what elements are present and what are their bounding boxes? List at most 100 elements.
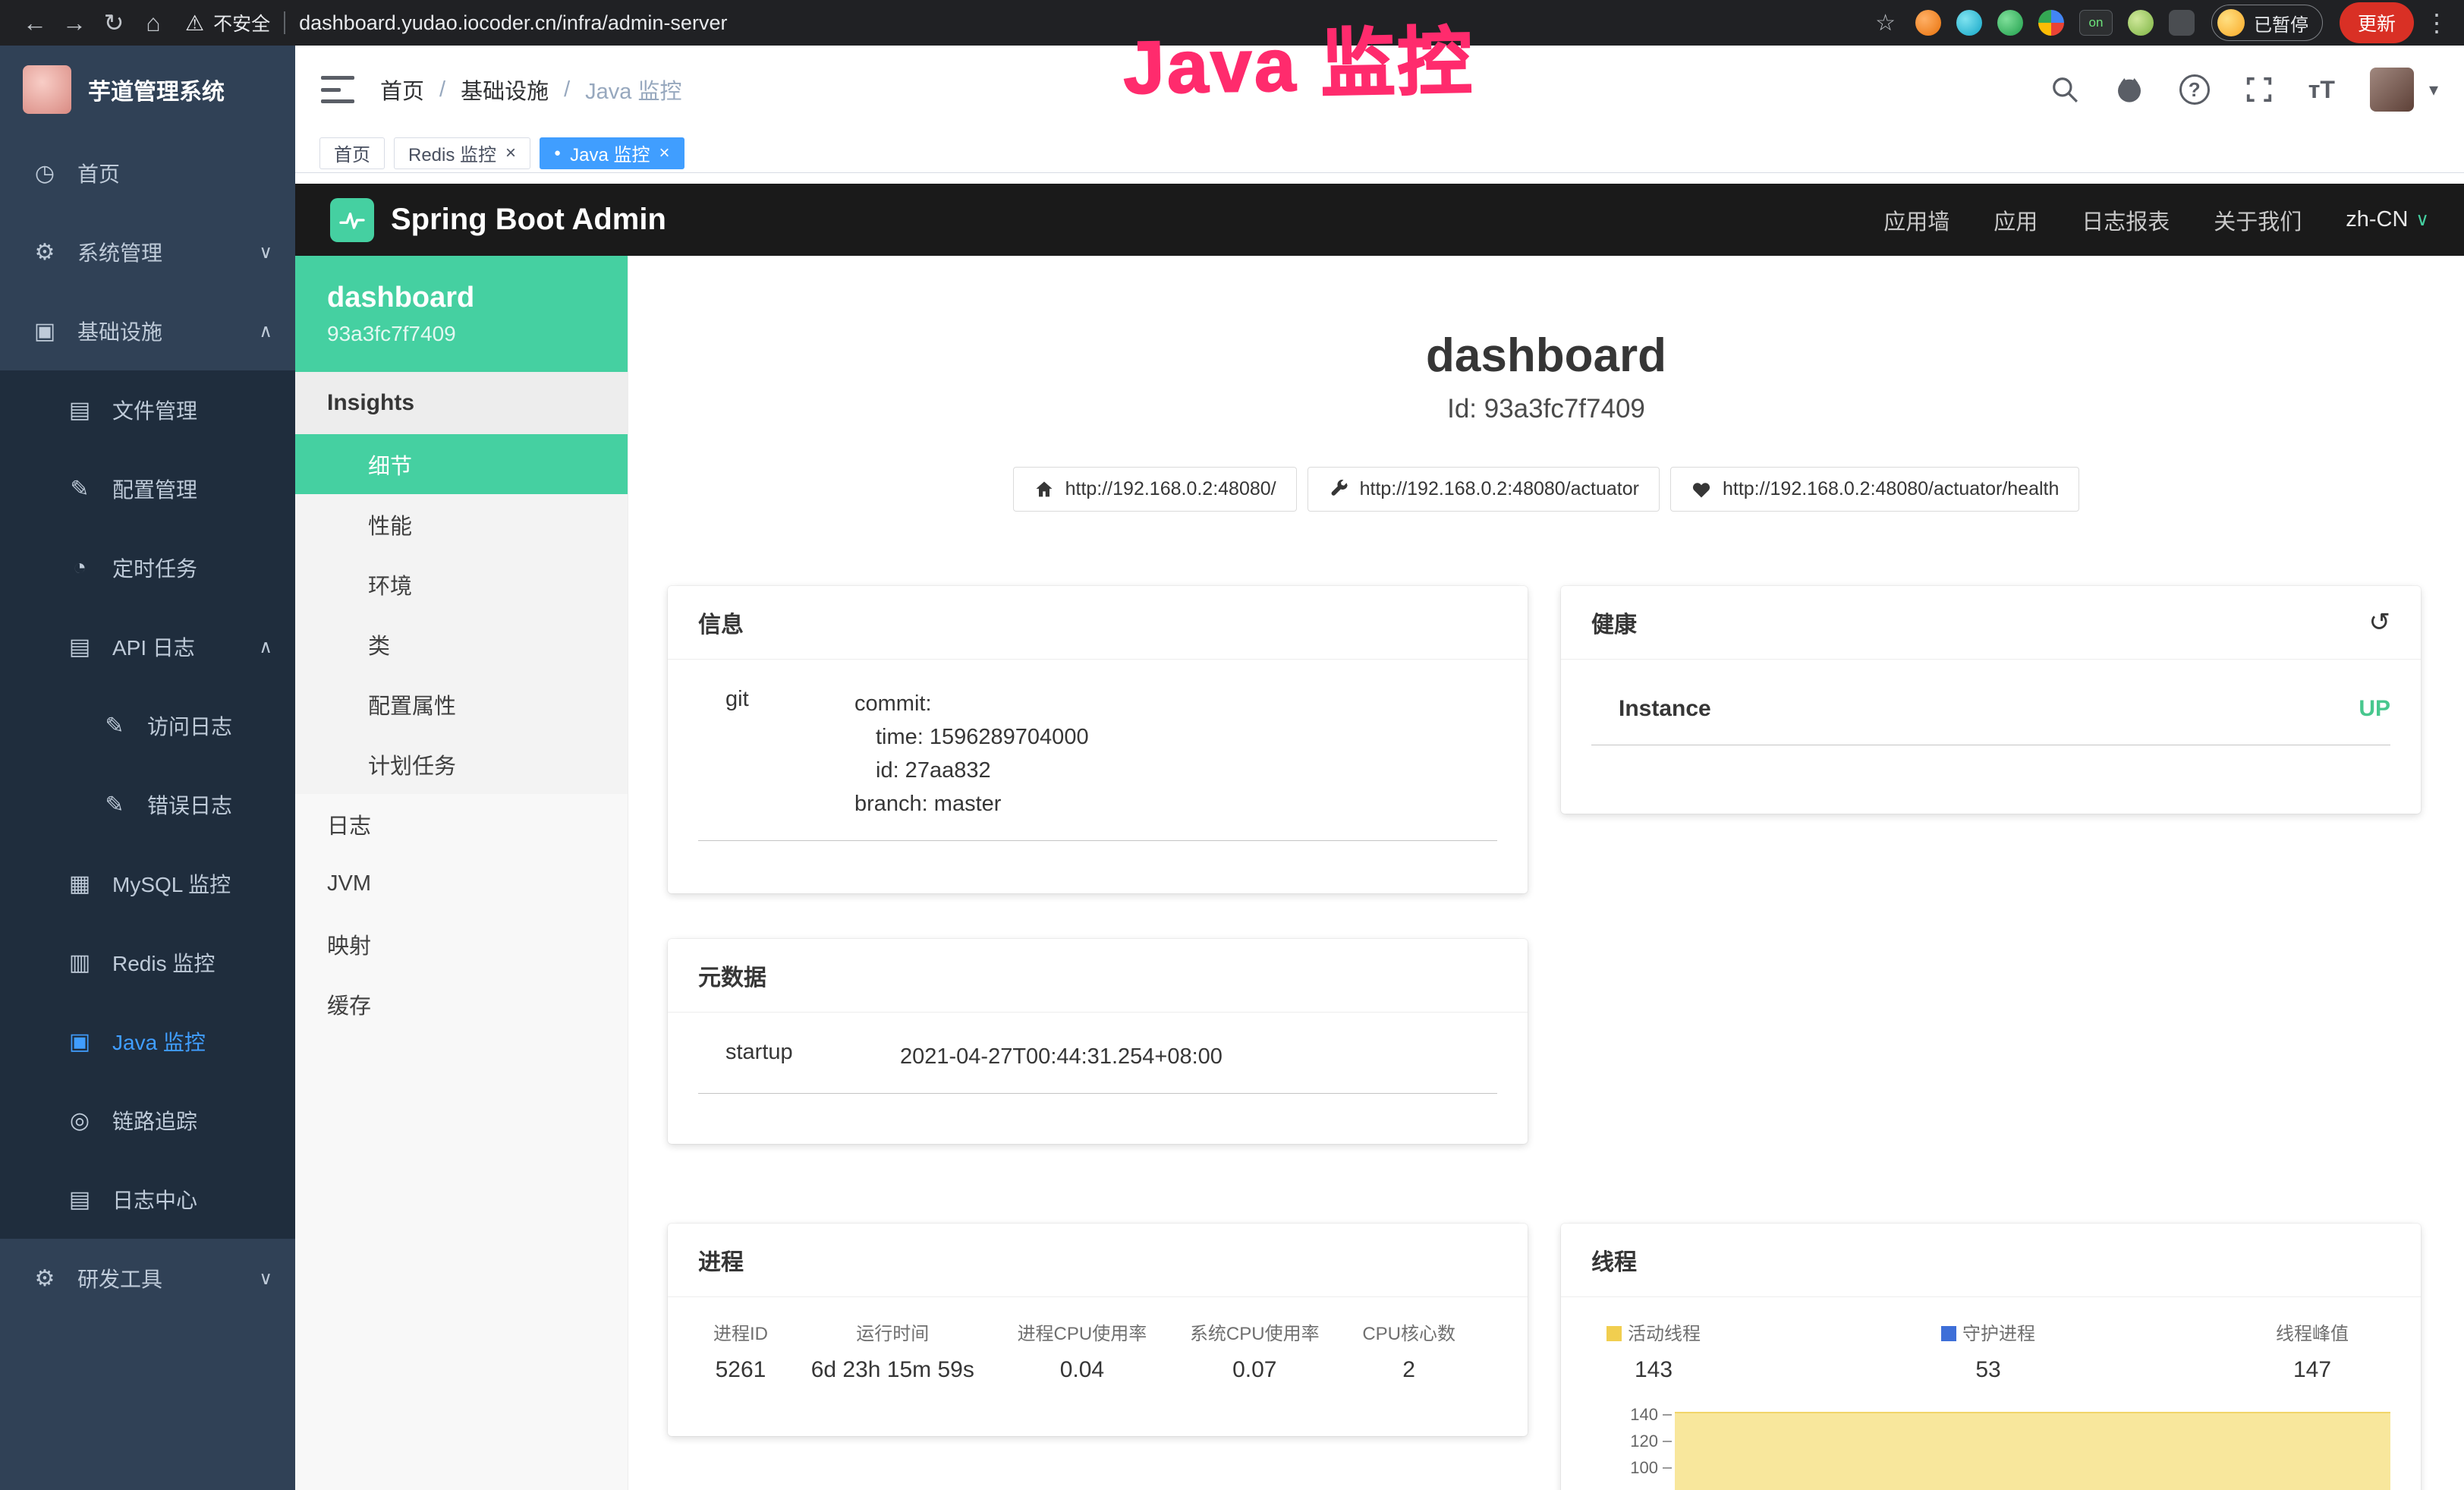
sidebar-item-home[interactable]: ◷ 首页 [0, 134, 295, 213]
extensions-puzzle-icon[interactable] [2169, 10, 2195, 36]
tab-redis-monitor[interactable]: Redis 监控 × [394, 137, 530, 169]
browser-update-button[interactable]: 更新 [2340, 2, 2414, 43]
breadcrumb-item[interactable]: 首页 [380, 74, 424, 106]
sidebar-item-label: 文件管理 [112, 395, 197, 425]
bookmark-star-icon[interactable]: ☆ [1875, 10, 1896, 36]
sidebar-group-infrastructure[interactable]: ▣ 基础设施 ∧ [0, 291, 295, 370]
sba-item-environment[interactable]: 环境 [295, 554, 628, 614]
sidebar-item-mysql-monitor[interactable]: ▦ MySQL 监控 [0, 844, 295, 923]
live-threads-area [1675, 1412, 2390, 1490]
caret-down-icon: ▾ [2429, 79, 2438, 101]
legend-daemon-threads[interactable]: 守护进程 53 [1941, 1318, 2035, 1383]
extension-icon-leaf[interactable] [2128, 10, 2154, 36]
info-card: 信息 git commit: time: 1596289704000 id: 2… [668, 586, 1528, 893]
sidebar-item-label: Redis 监控 [112, 947, 215, 978]
clock-icon: ◔ [65, 555, 94, 581]
tick-mark [1663, 1441, 1672, 1442]
help-icon[interactable]: ? [2179, 74, 2210, 105]
sidebar-item-log-center[interactable]: ▤ 日志中心 [0, 1160, 295, 1239]
sba-brand-title[interactable]: Spring Boot Admin [391, 203, 666, 237]
sba-item-classes[interactable]: 类 [295, 614, 628, 674]
git-commit-label: commit: [854, 687, 1089, 720]
stat-label: 进程ID [713, 1318, 768, 1345]
extension-icon-drop[interactable] [1956, 10, 1982, 36]
wrench-icon [1328, 479, 1349, 500]
sba-locale-select[interactable]: zh-CN ∨ [2346, 207, 2429, 232]
font-size-icon[interactable]: тT [2308, 76, 2335, 104]
sba-item-scheduled-tasks[interactable]: 计划任务 [295, 734, 628, 794]
sidebar-item-file-manage[interactable]: ▤ 文件管理 [0, 370, 295, 449]
address-url[interactable]: dashboard.yudao.iocoder.cn/infra/admin-s… [299, 11, 727, 35]
y-tick-label: 120 [1630, 1432, 1658, 1451]
sba-item-logs[interactable]: 日志 [295, 794, 628, 854]
back-icon[interactable]: ← [15, 9, 55, 37]
browser-menu-icon[interactable]: ⋮ [2425, 8, 2449, 37]
tab-close-icon[interactable]: × [505, 144, 516, 162]
sidebar-item-label: API 日志 [112, 632, 195, 662]
instance-actuator-link[interactable]: http://192.168.0.2:48080/actuator [1308, 467, 1660, 512]
sba-item-details[interactable]: 细节 [295, 434, 628, 494]
sba-nav-about[interactable]: 关于我们 [2214, 204, 2302, 236]
user-avatar[interactable] [2370, 68, 2414, 112]
tool-icon: ⚙ [30, 1265, 59, 1292]
sidebar-item-tracing[interactable]: ◎ 链路追踪 [0, 1081, 295, 1160]
breadcrumb: 首页 / 基础设施 / Java 监控 [380, 74, 681, 106]
extension-icon-grid[interactable] [2038, 10, 2064, 36]
instance-health-link[interactable]: http://192.168.0.2:48080/actuator/health [1670, 467, 2079, 512]
sidebar-item-error-logs[interactable]: ✎ 错误日志 [0, 765, 295, 844]
sba-nav-journal[interactable]: 日志报表 [2082, 204, 2170, 236]
sidebar-item-label: 错误日志 [147, 789, 232, 820]
sidebar-group-dev-tools[interactable]: ⚙ 研发工具 ∨ [0, 1239, 295, 1318]
sidebar-group-api-logs[interactable]: ▤ API 日志 ∧ [0, 607, 295, 686]
sba-nav-wallboard[interactable]: 应用墙 [1883, 204, 1949, 236]
sba-logo-icon[interactable] [330, 198, 374, 242]
sidebar-item-scheduled-jobs[interactable]: ◔ 定时任务 [0, 528, 295, 607]
fullscreen-icon[interactable] [2245, 75, 2274, 104]
sidebar-toggle-icon[interactable] [321, 76, 354, 103]
home-icon[interactable]: ⌂ [134, 9, 173, 37]
sba-item-metrics[interactable]: 性能 [295, 494, 628, 554]
extension-icon-fox[interactable] [1915, 10, 1941, 36]
y-tick-label: 100 [1630, 1458, 1658, 1478]
sidebar-item-config-manage[interactable]: ✎ 配置管理 [0, 449, 295, 528]
active-tab-dot: ● [554, 146, 561, 159]
sidebar-item-java-monitor[interactable]: ▣ Java 监控 [0, 1002, 295, 1081]
infrastructure-icon: ▣ [30, 318, 59, 345]
sba-instance-header[interactable]: dashboard 93a3fc7f7409 [295, 256, 628, 372]
sidebar-group-system[interactable]: ⚙ 系统管理 ∨ [0, 213, 295, 291]
tab-java-monitor[interactable]: ● Java 监控 × [540, 137, 684, 169]
stat-value: 6d 23h 15m 59s [811, 1357, 974, 1383]
sidebar-item-access-logs[interactable]: ✎ 访问日志 [0, 686, 295, 765]
legend-live-threads[interactable]: 活动线程 143 [1606, 1318, 1701, 1383]
layers-icon: ▥ [65, 950, 94, 976]
health-instance-row[interactable]: Instance UP [1591, 687, 2390, 745]
app-logo[interactable]: 芋道管理系统 [0, 46, 295, 134]
metadata-row: startup 2021-04-27T00:44:31.254+08:00 [698, 1040, 1497, 1094]
annotation-java-monitor: Java 监控 [1122, 2, 1475, 115]
threads-legend: 活动线程 143 守护进程 53 线程峰值 [1561, 1297, 2421, 1383]
extension-icon-green[interactable] [1997, 10, 2023, 36]
sba-item-config-props[interactable]: 配置属性 [295, 674, 628, 734]
app-title: 芋道管理系统 [88, 73, 225, 106]
history-icon[interactable]: ↺ [2369, 607, 2391, 638]
sba-item-caches[interactable]: 缓存 [295, 974, 628, 1034]
sidebar-item-redis-monitor[interactable]: ▥ Redis 监控 [0, 923, 295, 1002]
sba-item-mappings[interactable]: 映射 [295, 914, 628, 974]
sba-item-jvm[interactable]: JVM [295, 854, 628, 914]
github-icon[interactable] [2114, 74, 2145, 105]
tick-mark [1663, 1467, 1672, 1469]
extension-on-badge[interactable]: on [2079, 10, 2113, 36]
site-security[interactable]: ⚠ 不安全 [185, 9, 270, 36]
edit-icon: ✎ [65, 476, 94, 502]
breadcrumb-item[interactable]: 基础设施 [461, 74, 549, 106]
profile-paused-badge[interactable]: 已暂停 [2211, 5, 2323, 41]
forward-icon[interactable]: → [55, 9, 94, 37]
sba-nav-applications[interactable]: 应用 [1994, 204, 2038, 236]
sba-frame: Spring Boot Admin 应用墙 应用 日志报表 关于我们 zh-CN… [295, 184, 2464, 1490]
paused-label: 已暂停 [2254, 10, 2308, 36]
reload-icon[interactable]: ↻ [94, 8, 134, 37]
instance-home-link[interactable]: http://192.168.0.2:48080/ [1013, 467, 1297, 512]
search-icon[interactable] [2050, 75, 2079, 104]
tab-home[interactable]: 首页 [319, 137, 385, 169]
tab-close-icon[interactable]: × [659, 144, 669, 162]
